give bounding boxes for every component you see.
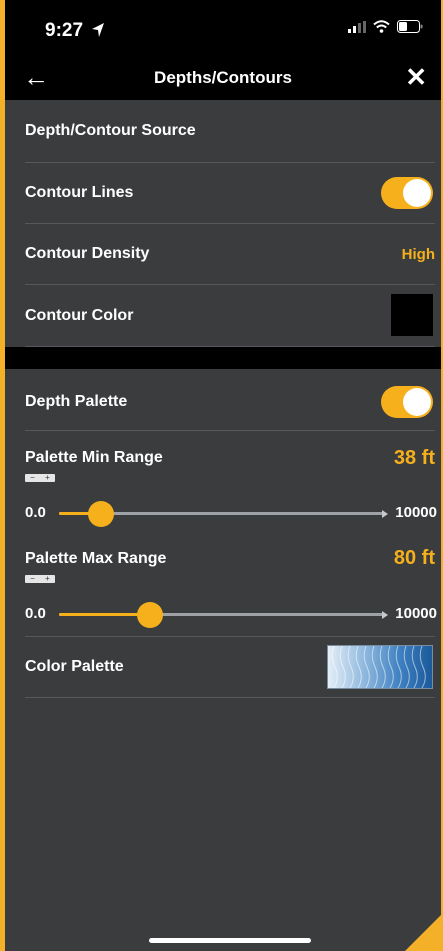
palette-max-range-value: 80 ft bbox=[393, 547, 435, 569]
section-separator bbox=[5, 347, 441, 369]
color-palette-preview[interactable] bbox=[327, 645, 433, 689]
stepper-plus-icon[interactable]: + bbox=[45, 575, 50, 583]
palette-min-slider[interactable]: 0.0 10000 bbox=[25, 501, 437, 527]
slider-end-marker bbox=[382, 510, 388, 518]
contour-density-label: Contour Density bbox=[25, 245, 150, 262]
toggle-knob bbox=[403, 179, 431, 207]
slider-min-label: 0.0 bbox=[25, 504, 46, 521]
depth-contour-source-label: Depth/Contour Source bbox=[25, 122, 196, 139]
palette-min-stepper[interactable]: − + bbox=[25, 474, 55, 482]
slider-end-marker bbox=[382, 611, 388, 619]
home-indicator bbox=[149, 938, 311, 943]
depth-palette-row: Depth Palette bbox=[25, 369, 435, 431]
contour-color-row[interactable]: Contour Color bbox=[25, 284, 435, 347]
battery-icon bbox=[397, 20, 423, 38]
slider-thumb[interactable] bbox=[137, 602, 164, 628]
wifi-icon bbox=[373, 20, 390, 38]
slider-max-label: 10000 bbox=[395, 504, 437, 521]
palette-min-range-label: Palette Min Range bbox=[25, 449, 163, 466]
slider-max-label: 10000 bbox=[395, 605, 437, 622]
palette-max-range-label: Palette Max Range bbox=[25, 550, 167, 567]
contour-density-row[interactable]: Contour Density High bbox=[25, 223, 435, 285]
contour-color-swatch[interactable] bbox=[391, 294, 433, 336]
stepper-minus-icon[interactable]: − bbox=[30, 474, 35, 482]
contour-color-label: Contour Color bbox=[25, 307, 134, 324]
slider-track[interactable] bbox=[59, 501, 388, 527]
toggle-knob bbox=[403, 388, 431, 416]
slider-thumb[interactable] bbox=[88, 501, 115, 527]
contour-lines-toggle[interactable] bbox=[381, 177, 433, 209]
location-arrow-icon bbox=[91, 22, 105, 43]
app-screen: 9:27 ← Depths/Contours ✕ Depth/Contour S… bbox=[5, 0, 441, 951]
depth-contour-source-row[interactable]: Depth/Contour Source bbox=[25, 100, 435, 163]
contour-lines-row: Contour Lines bbox=[25, 162, 435, 224]
color-palette-label: Color Palette bbox=[25, 658, 124, 675]
corner-accent bbox=[405, 915, 441, 951]
color-palette-row[interactable]: Color Palette bbox=[25, 636, 435, 698]
palette-min-range-value: 38 ft bbox=[393, 447, 435, 469]
stepper-plus-icon[interactable]: + bbox=[45, 474, 50, 482]
close-icon[interactable]: ✕ bbox=[405, 62, 427, 92]
status-bar: 9:27 bbox=[5, 0, 441, 56]
signal-icon bbox=[348, 20, 366, 38]
palette-max-stepper[interactable]: − + bbox=[25, 575, 55, 583]
slider-track[interactable] bbox=[59, 602, 388, 628]
contour-density-value: High bbox=[401, 246, 435, 263]
status-time: 9:27 bbox=[45, 20, 84, 41]
page-title: Depths/Contours bbox=[154, 68, 292, 87]
contour-lines-label: Contour Lines bbox=[25, 184, 134, 201]
stepper-minus-icon[interactable]: − bbox=[30, 575, 35, 583]
nav-bar: ← Depths/Contours ✕ bbox=[5, 56, 441, 100]
palette-max-slider[interactable]: 0.0 10000 bbox=[25, 602, 437, 628]
slider-min-label: 0.0 bbox=[25, 605, 46, 622]
depth-palette-toggle[interactable] bbox=[381, 386, 433, 418]
depth-palette-label: Depth Palette bbox=[25, 393, 128, 410]
status-indicators bbox=[348, 20, 423, 38]
